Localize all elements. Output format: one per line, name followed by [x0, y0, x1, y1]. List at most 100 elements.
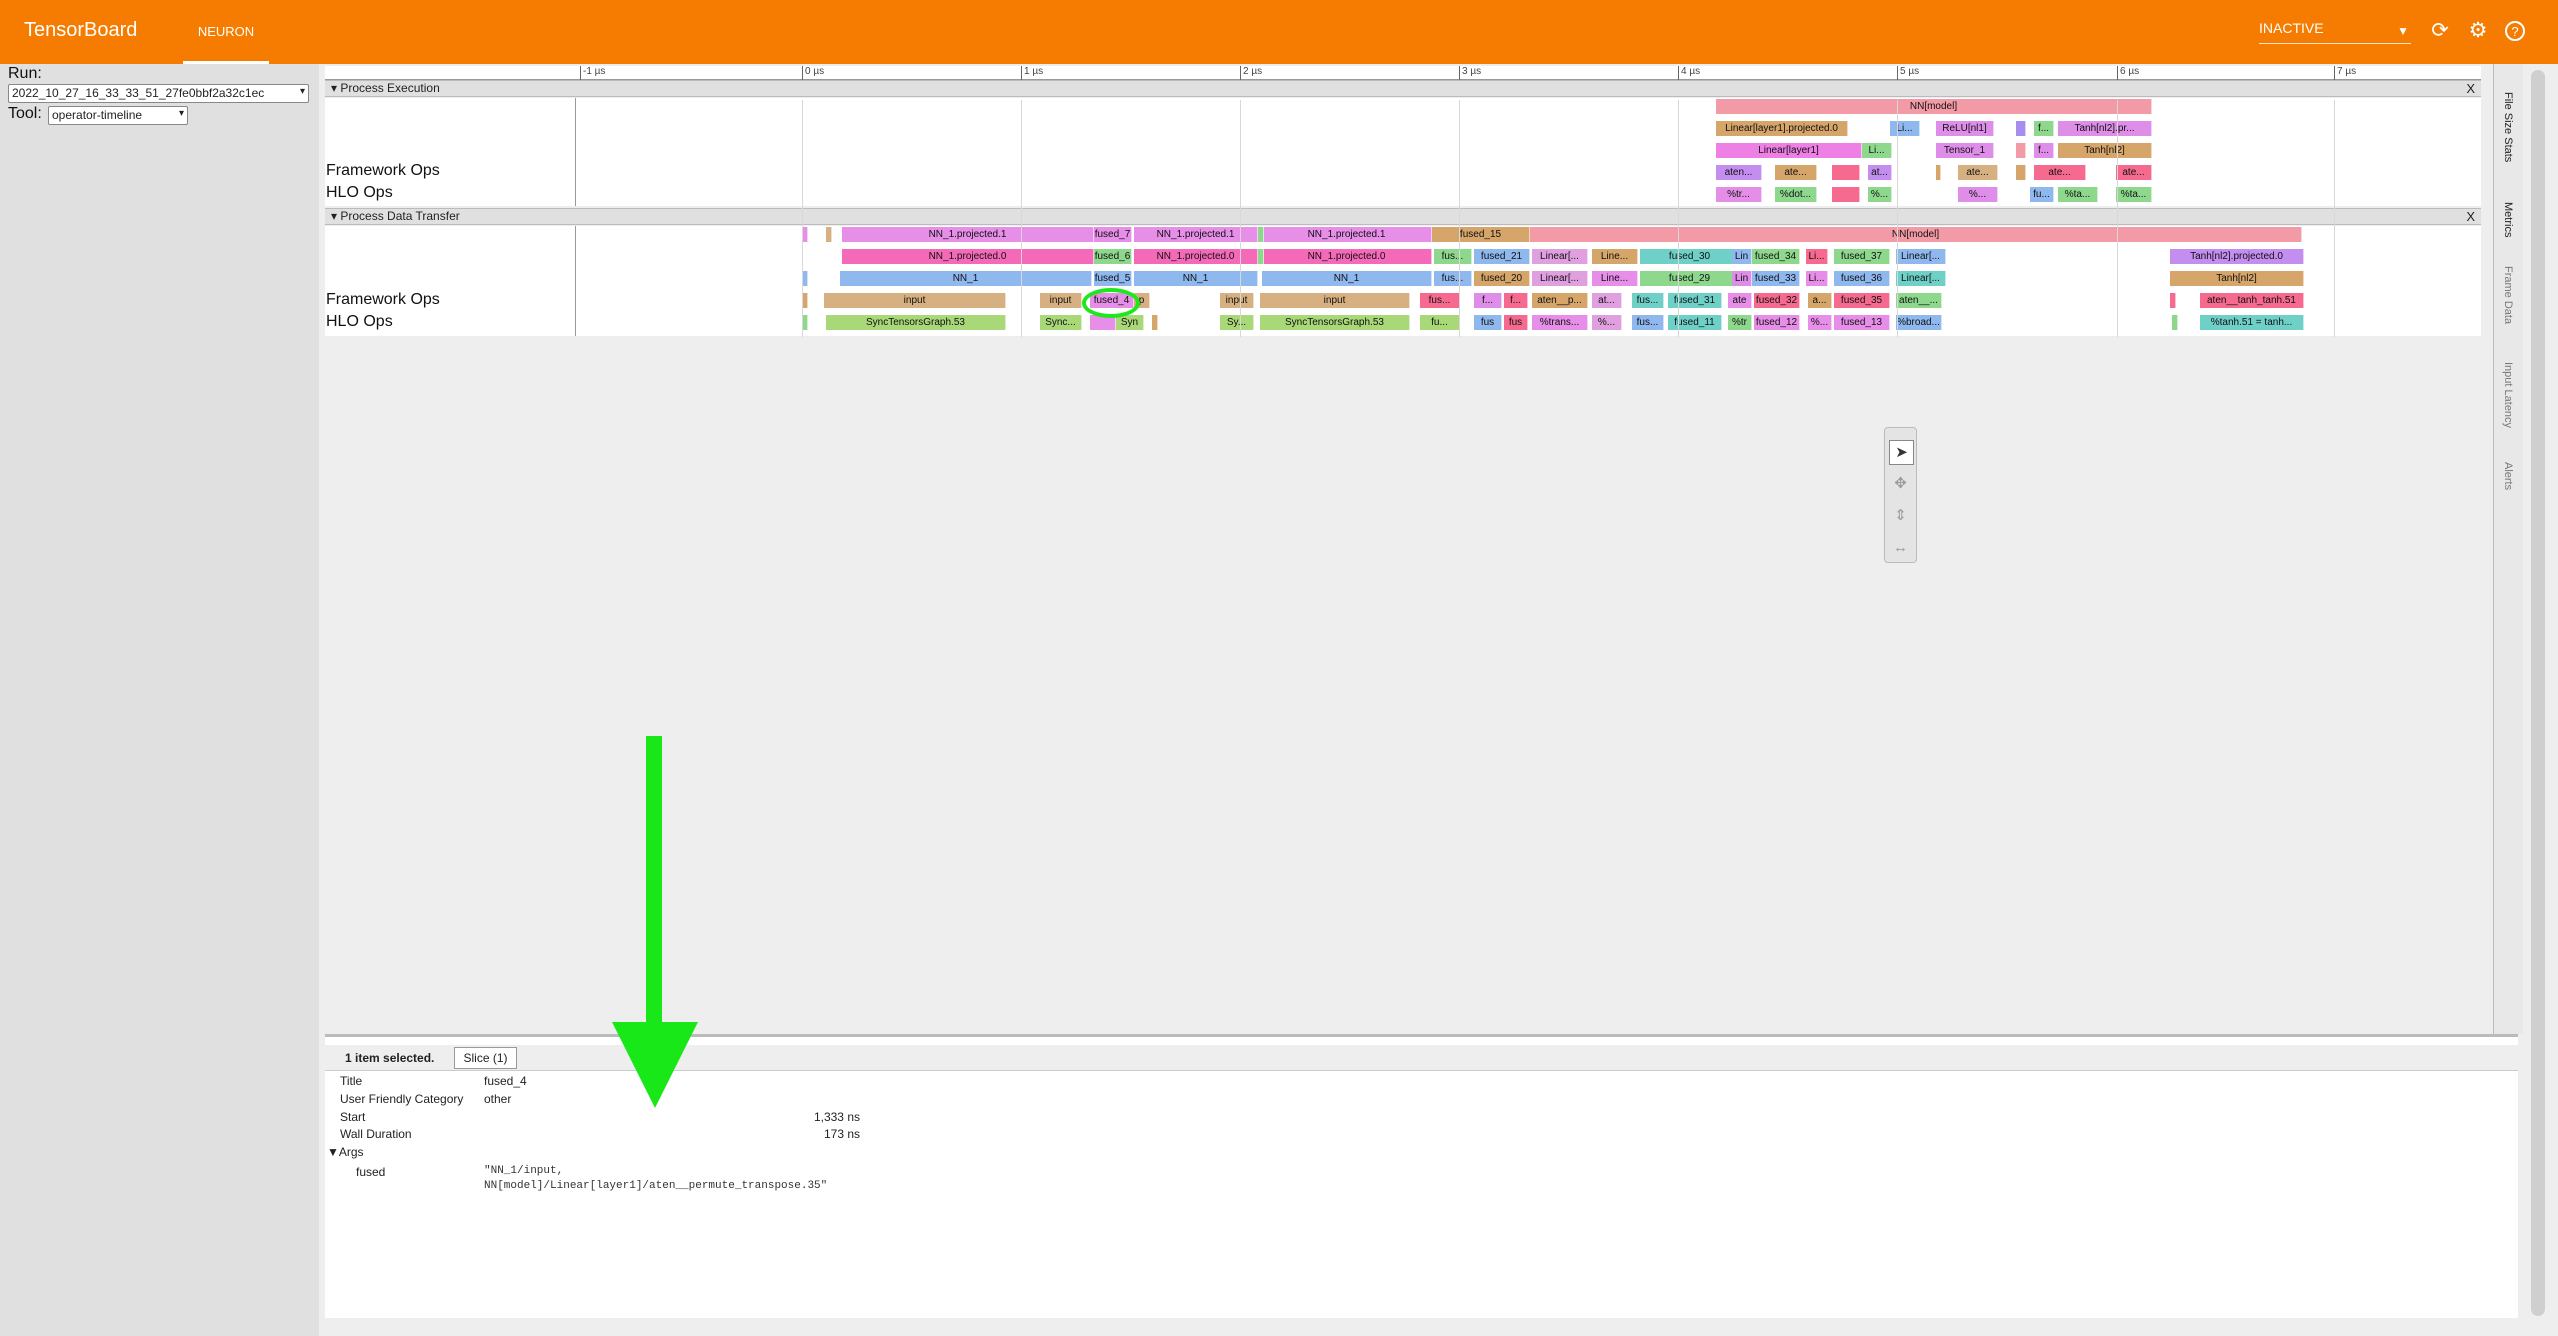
run-select[interactable]: 2022_10_27_16_33_33_51_27fe0bbf2a32c1ec ▾ [8, 84, 309, 103]
trace-slice[interactable]: fused_5 [1094, 271, 1132, 286]
trace-slice[interactable]: NN[model] [1716, 99, 2152, 114]
trace-slice[interactable]: fused_36 [1834, 271, 1890, 286]
args-toggle[interactable]: ▼Args [327, 1145, 364, 1159]
trace-slice[interactable]: SyncTensorsGraph.53 [1260, 315, 1410, 330]
trace-slice[interactable]: %trans... [1532, 315, 1588, 330]
trace-slice[interactable] [1258, 227, 1264, 242]
trace-slice[interactable]: NN_1.projected.1 [1262, 227, 1432, 242]
select-icon[interactable]: ➤ [1889, 440, 1914, 465]
tab-input-latency[interactable]: Input Latency [2502, 362, 2514, 428]
trace-slice[interactable]: fused_31 [1668, 293, 1722, 308]
trace-slice[interactable]: NN_1.projected.0 [1262, 249, 1432, 264]
trace-slice[interactable]: ate... [1958, 165, 1998, 180]
tab-alerts[interactable]: Alerts [2502, 462, 2514, 490]
trace-slice[interactable]: %tr... [1716, 187, 1762, 202]
process-execution-header[interactable]: ▾ Process Execution X [325, 80, 2481, 97]
trace-slice[interactable]: NN_1.projected.1 [842, 227, 1094, 242]
page-scrollbar[interactable] [2531, 70, 2545, 1316]
trace-slice[interactable]: Tensor_1 [1936, 143, 1994, 158]
trace-slice[interactable]: aten__p... [1532, 293, 1588, 308]
trace-slice[interactable]: %... [1958, 187, 1998, 202]
time-ruler[interactable]: -1 µs 0 µs 1 µs 2 µs 3 µs 4 µs 5 µs 6 µs 7 µs [576, 66, 2481, 80]
trace-slice[interactable]: Linear[... [1532, 249, 1588, 264]
trace-slice[interactable]: Linear[... [1896, 271, 1946, 286]
trace-slice[interactable]: fu... [2030, 187, 2054, 202]
tool-select[interactable]: operator-timeline ▾ [48, 106, 188, 125]
trace-slice[interactable]: Sy... [1220, 315, 1254, 330]
trace-slice[interactable]: NN[model] [1530, 227, 2302, 242]
trace-slice[interactable]: f... [1474, 293, 1502, 308]
trace-slice[interactable]: Line... [1592, 271, 1638, 286]
trace-slice[interactable]: Lin [1732, 249, 1752, 264]
trace-slice[interactable]: fus... [1632, 315, 1664, 330]
trace-slice[interactable]: input [824, 293, 1006, 308]
trace-slice[interactable]: fused_29 [1640, 271, 1740, 286]
tab-file-size-stats[interactable]: File Size Stats [2502, 92, 2514, 162]
trace-slice[interactable]: fused_20 [1474, 271, 1530, 286]
trace-slice[interactable]: fused_7 [1094, 227, 1132, 242]
trace-slice[interactable]: %dot... [1775, 187, 1817, 202]
trace-slice[interactable]: %... [1808, 315, 1832, 330]
trace-slice[interactable]: Li... [1806, 249, 1828, 264]
trace-slice[interactable]: ReLU[nl1] [1936, 121, 1994, 136]
trace-slice[interactable]: fused_33 [1752, 271, 1800, 286]
tab-frame-data[interactable]: Frame Data [2502, 266, 2514, 324]
trace-slice[interactable]: Sync... [1040, 315, 1082, 330]
trace-slice[interactable]: fus... [1434, 249, 1472, 264]
trace-slice[interactable]: a... [1808, 293, 1832, 308]
trace-slice[interactable]: fused_6 [1094, 249, 1132, 264]
trace-slice[interactable]: fused_34 [1752, 249, 1800, 264]
help-icon[interactable]: ? [2503, 20, 2527, 44]
trace-slice[interactable]: NN_1.projected.0 [842, 249, 1094, 264]
trace-slice[interactable] [2016, 143, 2026, 158]
trace-slice[interactable] [2172, 315, 2178, 330]
trace-slice[interactable]: ate [1728, 293, 1752, 308]
trace-slice[interactable]: fus... [1434, 271, 1472, 286]
trace-slice[interactable]: Li... [1806, 271, 1828, 286]
pan-icon[interactable]: ✥ [1889, 472, 1912, 495]
trace-slice[interactable]: fused_35 [1834, 293, 1890, 308]
trace-slice[interactable]: SyncTensorsGraph.53 [826, 315, 1006, 330]
trace-slice[interactable]: aten__tanh_tanh.51 [2200, 293, 2304, 308]
trace-slice[interactable]: Lin [1732, 271, 1752, 286]
trace-slice[interactable]: f... [2034, 121, 2054, 136]
timing-icon[interactable]: ↔ [1889, 536, 1912, 559]
process-data-transfer-header[interactable]: ▾ Process Data Transfer X [325, 208, 2481, 225]
trace-slice[interactable]: Linear[... [1896, 249, 1946, 264]
settings-icon[interactable]: ⚙ [2466, 20, 2490, 44]
trace-slice[interactable]: at... [1868, 165, 1892, 180]
trace-slice[interactable]: fus... [1632, 293, 1664, 308]
trace-slice[interactable] [1258, 249, 1264, 264]
trace-slice[interactable]: fused_30 [1640, 249, 1740, 264]
trace-slice[interactable]: %tr [1728, 315, 1752, 330]
tab-neuron[interactable]: NEURON [183, 0, 269, 64]
trace-slice[interactable]: input [1040, 293, 1082, 308]
plugin-status-select[interactable]: INACTIVE ▼ [2259, 20, 2411, 44]
trace-slice[interactable]: input [1220, 293, 1254, 308]
trace-slice[interactable]: Li... [1890, 121, 1920, 136]
trace-slice[interactable] [2016, 121, 2026, 136]
trace-slice[interactable]: Li... [1862, 143, 1892, 158]
trace-slice[interactable]: fused_12 [1754, 315, 1800, 330]
close-icon[interactable]: X [2466, 81, 2475, 96]
trace-slice[interactable] [2170, 293, 2176, 308]
trace-slice[interactable]: NN_1 [840, 271, 1092, 286]
trace-slice[interactable]: ate... [2034, 165, 2086, 180]
trace-slice[interactable]: fus [1504, 315, 1528, 330]
trace-slice[interactable]: ate... [1775, 165, 1817, 180]
trace-slice[interactable]: Tanh[nl2] [2058, 143, 2152, 158]
trace-slice[interactable]: %tanh.51 = tanh... [2200, 315, 2304, 330]
tab-slice[interactable]: Slice (1) [454, 1047, 517, 1069]
trace-slice[interactable]: at... [1592, 293, 1622, 308]
trace-slice[interactable] [826, 227, 832, 242]
trace-slice[interactable]: fu... [1420, 315, 1460, 330]
trace-slice[interactable]: NN_1 [1262, 271, 1432, 286]
trace-slice[interactable]: Tanh[nl2].projected.0 [2170, 249, 2304, 264]
trace-slice[interactable]: fused_32 [1754, 293, 1800, 308]
trace-slice[interactable]: Tanh[nl2].pr... [2058, 121, 2152, 136]
trace-slice[interactable]: fused_21 [1474, 249, 1530, 264]
trace-slice[interactable]: Tanh[nl2] [2170, 271, 2304, 286]
trace-slice[interactable]: %... [1868, 187, 1892, 202]
trace-slice[interactable]: %ta... [2116, 187, 2152, 202]
trace-slice[interactable]: fus [1474, 315, 1502, 330]
